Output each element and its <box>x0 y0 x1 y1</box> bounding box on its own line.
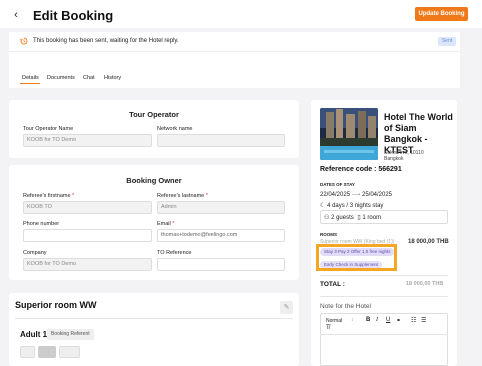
email-label: Email <box>157 221 171 227</box>
ordered-list-icon[interactable]: ☷ <box>411 317 416 324</box>
email-label-wrap: Email * <box>157 221 174 227</box>
notice-text: This booking has been sent, waiting for … <box>33 38 179 44</box>
format-select[interactable]: Normal <box>326 318 342 324</box>
active-tab-indicator <box>20 83 40 84</box>
network-name-field[interactable] <box>157 134 285 147</box>
summary-divider <box>320 296 448 297</box>
bold-icon[interactable]: B <box>366 317 370 323</box>
room-title: Superior room WW <box>15 300 97 310</box>
tab-history[interactable]: History <box>104 75 121 81</box>
dates-row: 22/04/2025 ⟶ 25/04/2025 <box>320 191 392 198</box>
rooms-text: 1 room <box>362 215 382 221</box>
moon-icon: ☾ <box>320 203 326 209</box>
civility-option[interactable] <box>20 346 35 358</box>
booking-owner-title: Booking Owner <box>126 176 182 185</box>
firstname-field[interactable]: KOOB TO <box>23 201 152 214</box>
back-button[interactable]: ‹ <box>10 9 22 21</box>
hotel-image <box>320 108 378 160</box>
hotel-address-line2: Bangkok <box>384 156 404 162</box>
history-icon <box>20 37 28 45</box>
tour-operator-title: Tour Operator <box>129 110 179 119</box>
lastname-label: Referee's lastname <box>157 193 205 199</box>
editor-toolbar-divider <box>320 334 448 335</box>
adult-label: Adult 1 <box>20 330 48 339</box>
sent-status-badge: Sent <box>438 37 456 46</box>
company-label: Company <box>23 250 47 256</box>
page-title: Edit Booking <box>33 8 114 23</box>
edit-room-button[interactable]: ✎ <box>280 301 293 314</box>
format-select-arrows: ↕ <box>351 317 354 323</box>
highlight-box <box>316 244 397 271</box>
booking-referent-badge: Booking Referent <box>47 329 94 340</box>
to-reference-label: TO Reference <box>157 250 192 256</box>
civility-option[interactable] <box>38 346 56 358</box>
guests-rooms: ⚇ 2 guests ▯ 1 room <box>324 214 381 221</box>
phone-field[interactable] <box>23 229 152 242</box>
arrow-right-icon: ⟶ <box>351 192 361 198</box>
room-price: 18 000,00 THB <box>408 239 449 245</box>
summary-divider <box>320 275 448 276</box>
network-name-label: Network name <box>157 126 193 132</box>
lastname-label-wrap: Referee's lastname * <box>157 193 208 199</box>
firstname-label-wrap: Referee's firstname * <box>23 193 74 199</box>
email-field[interactable]: thomas+todemo@feelingo.com <box>157 229 285 242</box>
total-value: 18 000,00 THB <box>406 281 444 287</box>
dates-caption: DATES OF STAY <box>320 182 355 187</box>
civility-option[interactable] <box>59 346 80 358</box>
tab-chat[interactable]: Chat <box>83 75 95 81</box>
clear-format-icon[interactable]: T̸ <box>326 325 330 331</box>
lastname-field[interactable]: Admin <box>157 201 285 214</box>
tour-operator-name-field[interactable]: KOOB for TO Demo <box>23 134 152 147</box>
phone-label: Phone number <box>23 221 60 227</box>
total-label: TOTAL : <box>320 281 345 288</box>
pencil-icon: ✎ <box>283 304 290 311</box>
to-reference-field[interactable] <box>157 258 285 271</box>
update-booking-button[interactable]: Update Booking <box>415 7 468 21</box>
reference-code: Reference code : 566291 <box>320 166 402 173</box>
chevron-left-icon: ‹ <box>14 9 18 21</box>
required-marker: * <box>205 193 208 199</box>
tab-documents[interactable]: Documents <box>47 75 75 81</box>
stay-text: 4 days / 3 nights stay <box>327 203 384 209</box>
underline-icon[interactable]: U <box>386 317 390 323</box>
firstname-label: Referee's firstname <box>23 193 71 199</box>
room-divider <box>15 318 293 319</box>
italic-icon[interactable]: I <box>376 317 378 323</box>
required-marker: * <box>172 221 175 227</box>
tour-operator-name-label: Tour Operator Name <box>23 126 74 132</box>
door-icon: ▯ <box>357 215 361 221</box>
users-icon: ⚇ <box>324 215 330 221</box>
note-label: Note for the Hotel <box>320 303 371 310</box>
rooms-caption: ROOMS <box>320 232 338 237</box>
stay-duration: ☾ 4 days / 3 nights stay <box>320 202 383 209</box>
company-field[interactable]: KOOB for TO Demo <box>23 258 152 271</box>
bullet-list-icon[interactable]: ☰ <box>421 317 426 324</box>
link-icon[interactable]: ⚭ <box>396 317 401 324</box>
date-from: 22/04/2025 <box>320 192 351 198</box>
hotel-address: Sukhumvit, 10110 Bangkok <box>384 150 424 162</box>
required-marker: * <box>72 193 75 199</box>
tabs-bar <box>9 52 460 88</box>
guests-text: 2 guests <box>331 215 354 221</box>
tab-details[interactable]: Details <box>22 75 39 81</box>
date-to: 25/04/2025 <box>361 192 393 198</box>
